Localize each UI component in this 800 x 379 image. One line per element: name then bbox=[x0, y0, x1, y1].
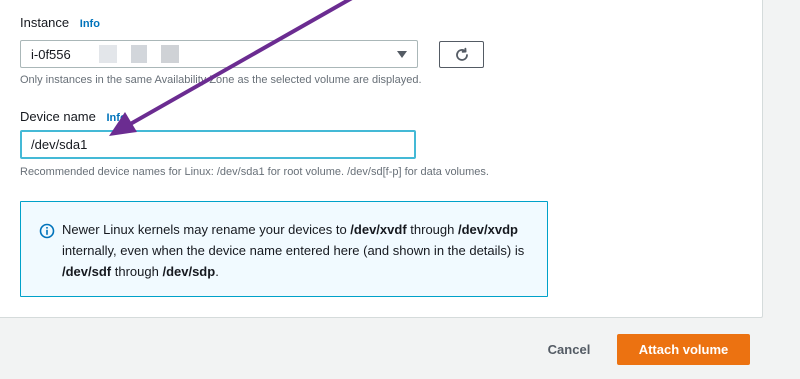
device-path-sdp: /dev/sdp bbox=[162, 264, 216, 279]
device-path-sdf: /dev/sdf bbox=[62, 264, 112, 279]
device-info-link[interactable]: Info bbox=[107, 112, 127, 124]
instance-select-value: i-0f556 bbox=[31, 47, 71, 62]
redacted-blur bbox=[161, 45, 179, 63]
caret-down-icon[interactable] bbox=[397, 51, 407, 58]
redacted-blur bbox=[99, 45, 117, 63]
device-name-label: Device name bbox=[20, 109, 96, 124]
instance-label-row: Instance Info bbox=[20, 15, 100, 30]
instance-hint: Only instances in the same Availability … bbox=[20, 74, 422, 86]
info-icon bbox=[39, 223, 55, 239]
refresh-button[interactable] bbox=[439, 41, 484, 68]
instance-label: Instance bbox=[20, 15, 70, 30]
attach-volume-button[interactable]: Attach volume bbox=[617, 334, 750, 365]
cancel-button[interactable]: Cancel bbox=[540, 337, 598, 362]
alert-text: Newer Linux kernels may rename your devi… bbox=[62, 222, 525, 279]
device-path-xvdp: /dev/xvdp bbox=[457, 222, 518, 237]
instance-info-link[interactable]: Info bbox=[80, 18, 100, 30]
refresh-icon bbox=[455, 47, 468, 61]
device-label-row: Device name Info bbox=[20, 109, 127, 124]
info-alert: Newer Linux kernels may rename your devi… bbox=[20, 201, 548, 297]
device-hint: Recommended device names for Linux: /dev… bbox=[20, 166, 489, 178]
device-name-input[interactable] bbox=[20, 130, 416, 159]
device-path-xvdf: /dev/xvdf bbox=[350, 222, 407, 237]
redacted-blur bbox=[131, 45, 147, 63]
attach-volume-panel: Instance Info i-0f556 Only instances in … bbox=[0, 0, 763, 318]
instance-select[interactable]: i-0f556 bbox=[20, 40, 418, 68]
